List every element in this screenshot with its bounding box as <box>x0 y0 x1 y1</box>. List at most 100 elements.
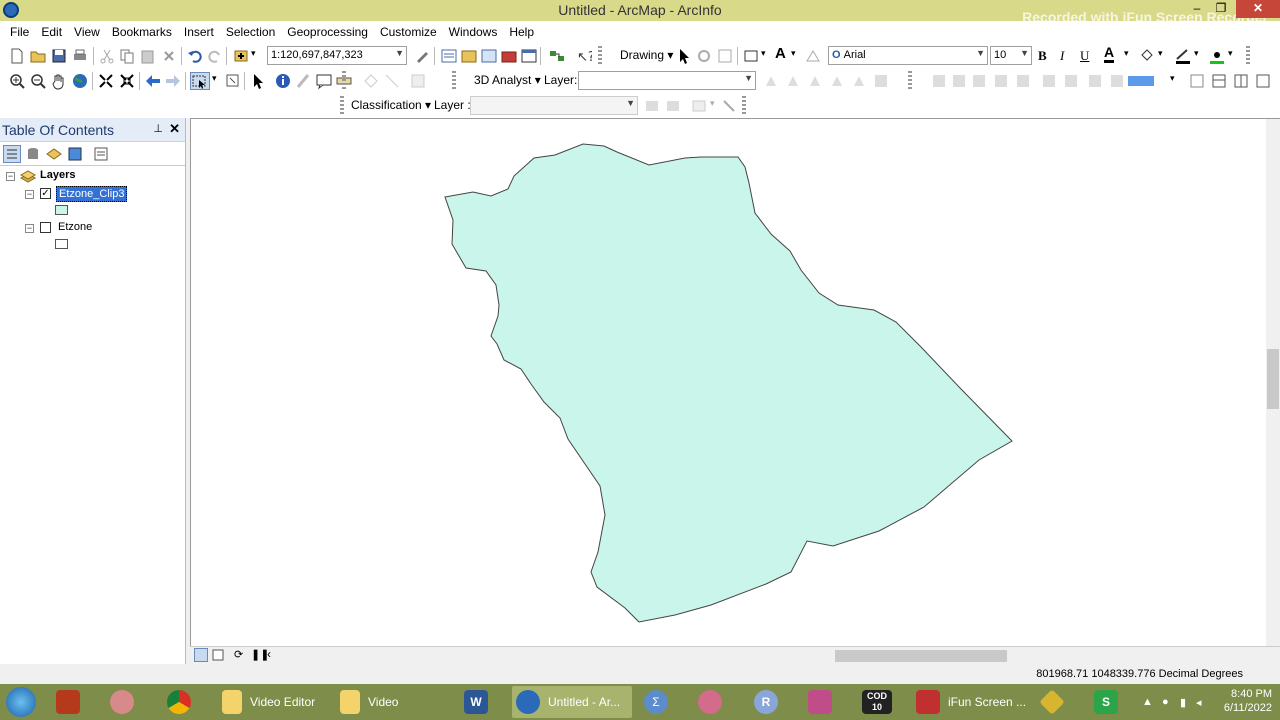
layout-tool-icon[interactable] <box>1232 72 1250 90</box>
select-features-icon[interactable] <box>190 72 210 90</box>
delete-icon[interactable] <box>160 47 178 65</box>
layer-visibility-checkbox[interactable] <box>40 222 51 233</box>
layer-name-selected[interactable]: Etzone_Clip3 <box>56 186 128 202</box>
list-by-visibility-icon[interactable] <box>45 145 63 163</box>
python-window-icon[interactable] <box>520 47 538 65</box>
taskbar-video[interactable]: Video <box>336 686 446 718</box>
layout-view-icon[interactable] <box>211 648 225 662</box>
show-hidden-icons-icon[interactable]: ▲ <box>1142 696 1153 708</box>
pan-hand-icon[interactable] <box>50 72 68 90</box>
text-dropdown-icon[interactable]: ▾ <box>791 48 796 59</box>
toolbar-grip[interactable] <box>1246 46 1250 66</box>
font-size-combo[interactable]: 10 ▼ <box>990 46 1032 65</box>
font-family-combo[interactable]: O Arial ▼ <box>828 46 988 65</box>
fixed-zoom-out-icon[interactable] <box>118 72 136 90</box>
3d-analyst-menu[interactable]: 3D Analyst ▾ <box>474 73 541 87</box>
map-view[interactable] <box>190 118 1280 647</box>
layer-symbol-swatch[interactable] <box>55 239 68 249</box>
marker-color-dropdown-icon[interactable]: ▾ <box>1228 48 1233 59</box>
menu-selection[interactable]: Selection <box>220 25 281 39</box>
line-color-icon[interactable] <box>1174 47 1192 65</box>
edit-vertices-icon[interactable] <box>804 47 822 65</box>
toolbar-grip[interactable] <box>340 96 344 116</box>
menu-help[interactable]: Help <box>503 25 540 39</box>
menu-insert[interactable]: Insert <box>178 25 220 39</box>
pin-icon[interactable]: ⊥ <box>153 122 163 135</box>
catalog-icon[interactable] <box>460 47 478 65</box>
clear-selection-icon[interactable] <box>224 72 242 90</box>
taskbar-video-editor[interactable]: Video Editor <box>218 686 328 718</box>
zoom-in-icon[interactable] <box>8 72 26 90</box>
rotate-icon[interactable] <box>695 47 713 65</box>
taskbar-ifun[interactable]: iFun Screen ... <box>912 686 1030 718</box>
search-window-icon[interactable] <box>480 47 498 65</box>
collapse-layers-icon[interactable]: − <box>6 172 15 181</box>
data-view-icon[interactable] <box>194 648 208 662</box>
horizontal-scroll-thumb[interactable] <box>835 650 1007 662</box>
taskbar-cod[interactable]: COD 10 <box>858 686 902 718</box>
drawing-menu[interactable]: Drawing ▾ <box>620 48 673 62</box>
redo-icon[interactable] <box>206 47 224 65</box>
taskbar-word[interactable]: W <box>460 686 500 718</box>
layout-tool-icon[interactable] <box>1254 72 1272 90</box>
menu-customize[interactable]: Customize <box>374 25 443 39</box>
add-data-icon[interactable] <box>232 47 250 65</box>
toc-close-button[interactable]: ✕ <box>169 121 180 137</box>
select-elements-icon[interactable] <box>675 47 693 65</box>
menu-edit[interactable]: Edit <box>35 25 68 39</box>
taskbar-app-2[interactable] <box>106 686 146 718</box>
toolbar-grip[interactable] <box>452 71 456 91</box>
options-icon[interactable] <box>92 145 110 163</box>
identify-info-icon[interactable] <box>274 72 292 90</box>
hyperlink-icon[interactable] <box>294 72 312 90</box>
map-polygon-etzone-clip3[interactable] <box>444 143 1013 623</box>
menu-geoprocessing[interactable]: Geoprocessing <box>281 25 374 39</box>
taskbar-camera[interactable] <box>804 686 844 718</box>
taskbar-app-10[interactable] <box>694 686 734 718</box>
refresh-icon[interactable]: ⟳ <box>234 648 243 661</box>
taskbar-app-15[interactable] <box>1036 686 1076 718</box>
zoom-out-icon[interactable] <box>29 72 47 90</box>
minimize-button[interactable]: – <box>1184 0 1210 18</box>
volume-icon[interactable]: ◂ <box>1196 696 1202 709</box>
marker-color-icon[interactable] <box>1208 47 1226 65</box>
menu-windows[interactable]: Windows <box>443 25 504 39</box>
new-text-icon[interactable]: A <box>775 45 786 62</box>
vertical-scroll-thumb[interactable] <box>1267 349 1279 409</box>
layer-visibility-checkbox[interactable]: ✓ <box>40 188 51 199</box>
open-folder-icon[interactable] <box>29 47 47 65</box>
toolbar-grip[interactable] <box>908 71 912 91</box>
toolbar-grip[interactable] <box>742 96 746 116</box>
font-color-dropdown-icon[interactable]: ▾ <box>1124 48 1129 59</box>
tray-app-icon[interactable]: ● <box>1162 696 1169 708</box>
layers-root-label[interactable]: Layers <box>40 169 75 181</box>
list-by-source-icon[interactable] <box>24 145 42 163</box>
close-button[interactable]: ✕ <box>1236 0 1280 18</box>
taskbar-chrome[interactable] <box>163 686 203 718</box>
font-color-button[interactable]: A <box>1104 45 1115 63</box>
html-popup-icon[interactable] <box>315 72 333 90</box>
taskbar-s[interactable]: S <box>1090 686 1130 718</box>
save-icon[interactable] <box>50 47 68 65</box>
fixed-zoom-in-icon[interactable] <box>97 72 115 90</box>
italic-button[interactable]: I <box>1060 48 1064 64</box>
vertical-scrollbar[interactable] <box>1266 119 1280 647</box>
taskbar-clock[interactable]: 8:40 PM 6/11/2022 <box>1224 687 1272 715</box>
map-canvas[interactable] <box>191 119 1267 647</box>
list-by-selection-icon[interactable] <box>66 145 84 163</box>
go-back-arrow-icon[interactable] <box>144 72 162 90</box>
layer-name[interactable]: Etzone <box>58 221 92 233</box>
editor-toolbar-icon[interactable] <box>414 47 432 65</box>
toc-window-icon[interactable] <box>440 47 458 65</box>
select-features-dropdown-icon[interactable]: ▾ <box>212 73 217 84</box>
collapse-layer-icon[interactable]: − <box>25 224 34 233</box>
add-data-dropdown-icon[interactable]: ▾ <box>251 48 256 59</box>
underline-button[interactable]: U <box>1080 48 1089 64</box>
layer-symbol-swatch[interactable] <box>55 205 68 215</box>
print-icon[interactable] <box>71 47 89 65</box>
menu-file[interactable]: File <box>4 25 35 39</box>
rectangle-tool-icon[interactable] <box>742 47 760 65</box>
classification-menu[interactable]: Classification ▾ <box>351 98 431 112</box>
bold-button[interactable]: B <box>1038 48 1047 64</box>
network-icon[interactable]: ▮ <box>1180 696 1186 709</box>
